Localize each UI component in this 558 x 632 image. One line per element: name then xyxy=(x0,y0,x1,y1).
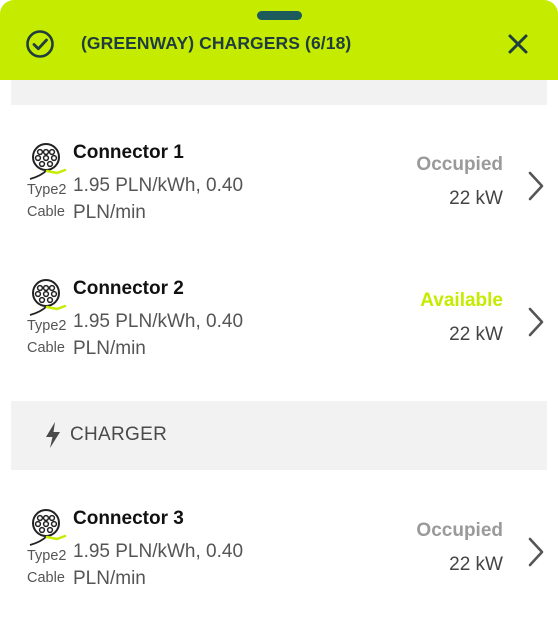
connector-name: Connector 1 xyxy=(73,142,184,163)
plug-cable-label: Cable xyxy=(27,570,65,586)
connector-status: Occupied xyxy=(416,154,503,175)
drag-handle[interactable] xyxy=(257,11,302,20)
chevron-right-icon xyxy=(528,171,544,201)
type2-plug-icon xyxy=(29,279,67,316)
connector-price: 1.95 PLN/kWh, 0.40 xyxy=(73,311,244,332)
connector-status: Occupied xyxy=(416,520,503,541)
plug-cable-label: Cable xyxy=(27,204,65,220)
connector-price-unit: PLN/min xyxy=(73,568,146,589)
connector-price-unit: PLN/min xyxy=(73,338,146,359)
connector-power: 22 kW xyxy=(449,554,503,575)
plug-cable-label: Cable xyxy=(27,340,65,356)
group-header-partial xyxy=(11,80,547,105)
connector-name: Connector 2 xyxy=(73,278,184,299)
lightning-bolt-icon xyxy=(46,422,60,448)
chevron-right-icon xyxy=(528,307,544,337)
type2-plug-icon xyxy=(29,143,67,180)
chevron-right-icon xyxy=(528,537,544,567)
connector-power: 22 kW xyxy=(449,324,503,345)
check-circle-icon xyxy=(26,30,54,58)
connector-price-unit: PLN/min xyxy=(73,202,146,223)
close-icon[interactable] xyxy=(504,30,532,58)
connector-price: 1.95 PLN/kWh, 0.40 xyxy=(73,175,244,196)
connector-row[interactable]: Type2 Cable Connector 2 1.95 PLN/kWh, 0.… xyxy=(0,278,558,388)
plug-type-label: Type2 xyxy=(27,182,67,198)
connector-power: 22 kW xyxy=(449,188,503,209)
connector-status: Available xyxy=(420,290,503,311)
sheet-title: (GREENWAY) CHARGERS (6/18) xyxy=(81,33,352,53)
type2-plug-icon xyxy=(29,509,67,546)
plug-type-label: Type2 xyxy=(27,318,67,334)
connector-name: Connector 3 xyxy=(73,508,184,529)
plug-type-label: Type2 xyxy=(27,548,67,564)
connector-row[interactable]: Type2 Cable Connector 3 1.95 PLN/kWh, 0.… xyxy=(0,508,558,618)
group-label: CHARGER xyxy=(70,424,168,445)
sheet-header: (GREENWAY) CHARGERS (6/18) xyxy=(0,0,558,80)
connector-price: 1.95 PLN/kWh, 0.40 xyxy=(73,541,244,562)
connector-row[interactable]: Type2 Cable Connector 1 1.95 PLN/kWh, 0.… xyxy=(0,142,558,252)
